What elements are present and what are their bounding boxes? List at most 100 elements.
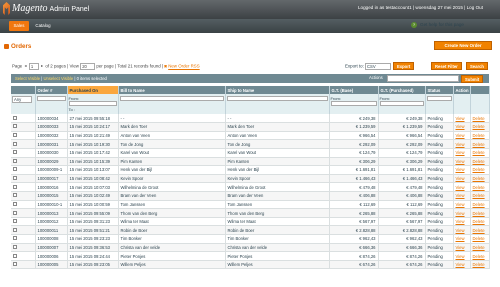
search-button[interactable]: Search: [466, 62, 488, 70]
row-checkbox[interactable]: [13, 262, 17, 267]
next-page-icon[interactable]: ▸: [40, 63, 45, 70]
view-link[interactable]: View: [453, 165, 471, 175]
table-row[interactable]: 100000029 15 mei 2015 10:15:39 Pim Kanten P…: [11, 157, 490, 167]
row-checkbox[interactable]: [13, 167, 17, 172]
view-link[interactable]: View: [453, 182, 471, 192]
view-link[interactable]: View: [453, 200, 471, 210]
delete-link[interactable]: Delete: [470, 191, 490, 201]
delete-link[interactable]: Delete: [470, 174, 490, 184]
view-link[interactable]: View: [453, 157, 471, 167]
export-button[interactable]: Export: [393, 62, 415, 70]
table-row[interactable]: 100000005 15 mei 2015 09:23:05 Willem Pelj…: [11, 260, 490, 270]
table-row[interactable]: 100000034 27 mei 2015 09:55:18- -- - € 249…: [11, 114, 490, 124]
delete-link[interactable]: Delete: [470, 243, 490, 253]
table-row[interactable]: 100000031 15 mei 2015 10:19:30 Ton de Jong…: [11, 139, 490, 149]
delete-link[interactable]: Delete: [470, 225, 490, 236]
delete-link[interactable]: Delete: [470, 114, 490, 124]
view-link[interactable]: View: [453, 225, 471, 236]
unselect-visible-link[interactable]: Unselect Visible: [43, 76, 73, 81]
submit-button[interactable]: Submit: [461, 75, 484, 83]
col-ship-to-name[interactable]: Ship to Name: [225, 86, 330, 94]
table-row[interactable]: 100000015 15 mei 2015 10:02:49 Bram van de…: [11, 191, 490, 201]
delete-link[interactable]: Delete: [470, 148, 490, 158]
select-visible-link[interactable]: Select Visible: [15, 76, 40, 81]
table-row[interactable]: 100000017 15 mei 2015 10:08:42 Kevin Spoor…: [11, 174, 490, 184]
table-row[interactable]: 100000007 15 mei 2015 09:36:53 Christa van…: [11, 243, 490, 253]
row-checkbox[interactable]: [13, 184, 17, 189]
col-purchased-on[interactable]: Purchased On: [67, 86, 119, 94]
row-checkbox[interactable]: [13, 227, 17, 232]
table-row[interactable]: 100000011 15 mei 2015 09:51:21 Robin de Bo…: [11, 225, 490, 236]
gt-purchased-filter[interactable]: [379, 101, 424, 106]
view-link[interactable]: View: [453, 191, 471, 201]
row-checkbox[interactable]: [13, 176, 17, 181]
col-bill-to-name[interactable]: Bill to Name: [118, 86, 226, 94]
view-link[interactable]: View: [453, 251, 471, 261]
col-gt-purchased[interactable]: G.T. (Purchased): [378, 86, 426, 94]
table-row[interactable]: 100000032 15 mei 2015 10:21:49 Anton van V…: [11, 131, 490, 141]
view-link[interactable]: View: [453, 174, 471, 184]
col-status[interactable]: Status: [425, 86, 454, 94]
table-row[interactable]: 100000009-1 15 mei 2015 10:13:07 Henk van …: [11, 165, 490, 175]
delete-link[interactable]: Delete: [470, 157, 490, 167]
export-format-select[interactable]: CSV: [365, 63, 392, 70]
delete-link[interactable]: Delete: [470, 182, 490, 192]
delete-link[interactable]: Delete: [470, 200, 490, 210]
row-checkbox[interactable]: [13, 236, 17, 241]
view-link[interactable]: View: [453, 131, 471, 141]
new-order-rss-link[interactable]: New Order RSS: [168, 64, 199, 69]
per-page-select[interactable]: 20: [80, 63, 96, 70]
table-row[interactable]: 100000030 15 mei 2015 10:17:42 Karel van W…: [11, 148, 490, 158]
table-row[interactable]: 100000008 15 mei 2015 09:23:23 Tim Bonker T…: [11, 234, 490, 244]
actions-select[interactable]: [387, 75, 459, 82]
table-row[interactable]: 100000013 15 mei 2015 09:55:09 Thom van de…: [11, 208, 490, 218]
purchased-from-filter[interactable]: [68, 101, 117, 106]
col-order-number[interactable]: Order #: [35, 86, 68, 94]
delete-link[interactable]: Delete: [470, 208, 490, 218]
row-checkbox[interactable]: [13, 219, 17, 224]
view-link[interactable]: View: [453, 208, 471, 218]
create-new-order-button[interactable]: Create New Order: [434, 41, 492, 50]
prev-page-icon[interactable]: ◂: [23, 63, 28, 70]
row-checkbox[interactable]: [13, 210, 17, 215]
delete-link[interactable]: Delete: [470, 165, 490, 175]
brand-title[interactable]: Magento Admin Panel: [12, 3, 89, 14]
any-filter-select[interactable]: Any: [12, 96, 32, 103]
view-link[interactable]: View: [453, 243, 471, 253]
view-link[interactable]: View: [453, 148, 471, 158]
row-checkbox[interactable]: [13, 141, 17, 146]
order-number-filter[interactable]: [36, 96, 66, 101]
gt-base-filter[interactable]: [330, 101, 377, 106]
delete-link[interactable]: Delete: [470, 234, 490, 244]
view-link[interactable]: View: [453, 217, 471, 227]
view-link[interactable]: View: [453, 260, 471, 270]
row-checkbox[interactable]: [13, 150, 17, 155]
col-gt-base[interactable]: G.T. (Base): [329, 86, 379, 94]
row-checkbox[interactable]: [13, 253, 17, 258]
row-checkbox[interactable]: [13, 193, 17, 198]
row-checkbox[interactable]: [13, 115, 17, 120]
help-link[interactable]: Get help for this page: [420, 22, 464, 27]
delete-link[interactable]: Delete: [470, 217, 490, 227]
row-checkbox[interactable]: [13, 158, 17, 163]
tab-sales[interactable]: Sales: [9, 21, 29, 31]
delete-link[interactable]: Delete: [470, 139, 490, 149]
delete-link[interactable]: Delete: [470, 251, 490, 261]
table-row[interactable]: 100000010-1 15 mei 2015 10:00:59 Tom Janss…: [11, 200, 490, 210]
page-input[interactable]: 1: [28, 63, 39, 70]
rss-icon[interactable]: ◙: [164, 64, 167, 69]
delete-link[interactable]: Delete: [470, 131, 490, 141]
status-filter[interactable]: [426, 96, 452, 101]
view-link[interactable]: View: [453, 122, 471, 132]
view-link[interactable]: View: [453, 234, 471, 244]
delete-link[interactable]: Delete: [470, 260, 490, 270]
row-checkbox[interactable]: [13, 124, 17, 129]
table-row[interactable]: 100000012 15 mei 2015 09:31:23 Wilma ter M…: [11, 217, 490, 227]
table-row[interactable]: 100000033 15 mei 2015 10:24:17 Mark den To…: [11, 122, 490, 132]
table-row[interactable]: 100000016 15 mei 2015 10:07:03 Wilhelmina …: [11, 182, 490, 192]
view-link[interactable]: View: [453, 139, 471, 149]
delete-link[interactable]: Delete: [470, 122, 490, 132]
reset-filter-button[interactable]: Reset Filter: [431, 62, 462, 70]
ship-to-filter[interactable]: [226, 96, 328, 101]
row-checkbox[interactable]: [13, 244, 17, 249]
